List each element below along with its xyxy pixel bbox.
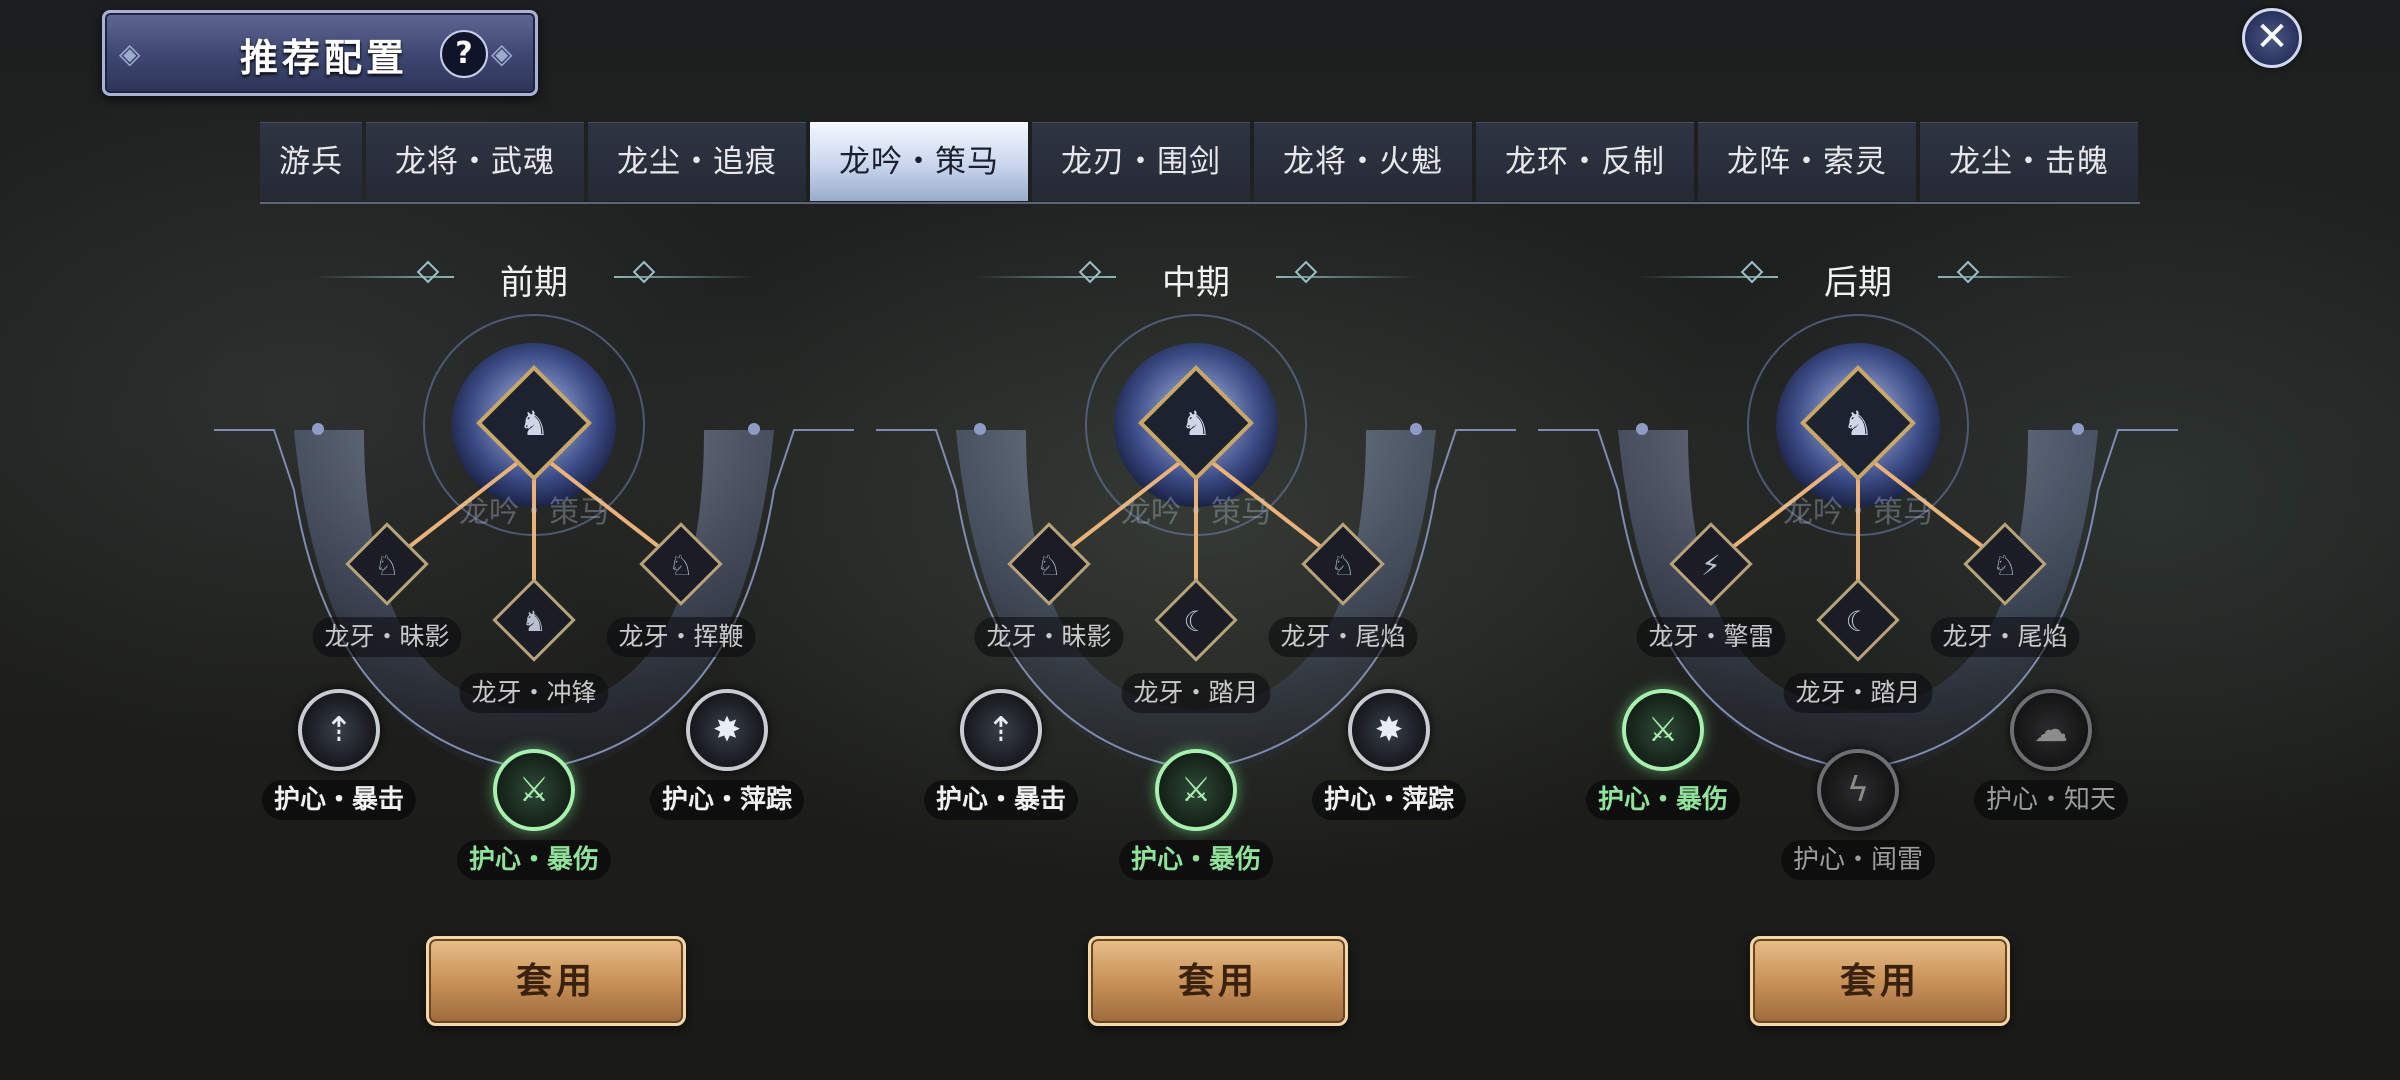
build-column-late: 后期 ♞ ⚡ ☾ ♘ 龙吟・策马 龙牙・擎雷 龙牙・尾焰 龙牙・踏月 ⚔ ϟ ☁… [1508, 230, 2208, 1030]
frame-node [1636, 423, 1648, 435]
core-skill-label: 龙吟・策马 [1121, 495, 1271, 530]
tab-longjiang-wuhun[interactable]: 龙将・武魂 [366, 122, 584, 201]
cloud-icon[interactable]: ☁ [2010, 689, 2092, 771]
crit-damage-icon[interactable]: ⚔ [1622, 689, 1704, 771]
tab-longyin-cema[interactable]: 龙吟・策马 [810, 122, 1028, 201]
skill-tree-graphic: ♞ ⚡ ☾ ♘ [1538, 314, 2178, 780]
tab-longzhen-suoling[interactable]: 龙阵・索灵 [1698, 122, 1916, 201]
ornament-icon: ◈ [119, 37, 141, 70]
build-column-early: 前期 ♞ ♘ ♞ ♘ 龙吟・策马 龙牙・昧影 龙牙・挥鞭 龙牙・冲锋 ⇡ ⚔ ✸… [184, 230, 884, 1030]
build-tabs: 游兵 龙将・武魂 龙尘・追痕 龙吟・策马 龙刃・围剑 龙将・火魁 龙环・反制 龙… [260, 122, 2138, 202]
apply-button[interactable]: 套用 [1750, 936, 2010, 1026]
fang-label-left: 龙牙・昧影 [974, 617, 1124, 657]
heart-label-selected: 护心・暴伤 [1118, 840, 1274, 880]
skill-tree-graphic: ♞ ♘ ☾ ♘ [876, 314, 1516, 780]
crit-damage-icon[interactable]: ⚔ [493, 749, 575, 831]
heart-label: 护心・萍踪 [649, 780, 805, 820]
frame-node [1410, 423, 1422, 435]
frame-node [312, 423, 324, 435]
tab-longchen-zhuihen[interactable]: 龙尘・追痕 [588, 122, 806, 201]
heart-label: 护心・萍踪 [1311, 780, 1467, 820]
svg-text:♞: ♞ [519, 404, 549, 444]
fang-label-right: 龙牙・尾焰 [1930, 617, 2080, 657]
fang-label-center: 龙牙・踏月 [1121, 673, 1271, 713]
tab-longchen-jipo[interactable]: 龙尘・击魄 [1920, 122, 2138, 201]
frame-node [974, 423, 986, 435]
fang-node-center[interactable]: ☾ [1154, 578, 1238, 662]
fang-node-center[interactable]: ♞ [492, 578, 576, 662]
svg-text:♘: ♘ [668, 549, 693, 582]
svg-text:♘: ♘ [374, 549, 399, 582]
fang-label-right: 龙牙・尾焰 [1268, 617, 1418, 657]
crit-icon[interactable]: ⇡ [298, 689, 380, 771]
tab-longjiang-huokui[interactable]: 龙将・火魁 [1254, 122, 1472, 201]
core-skill-label: 龙吟・策马 [1783, 495, 1933, 530]
svg-text:♘: ♘ [1036, 549, 1061, 582]
apply-button[interactable]: 套用 [426, 936, 686, 1026]
frame-node [748, 423, 760, 435]
crit-damage-icon[interactable]: ⚔ [1155, 749, 1237, 831]
svg-text:♘: ♘ [1992, 549, 2017, 582]
svg-text:⚡: ⚡ [1701, 549, 1721, 582]
tab-longhuan-fanzhi[interactable]: 龙环・反制 [1476, 122, 1694, 201]
core-skill-label: 龙吟・策马 [459, 495, 609, 530]
svg-text:♘: ♘ [1330, 549, 1355, 582]
thunder-icon[interactable]: ϟ [1817, 749, 1899, 831]
frame-node [2072, 423, 2084, 435]
help-button[interactable]: ? [440, 30, 488, 78]
heart-label-selected: 护心・暴伤 [456, 840, 612, 880]
heart-label-selected: 护心・暴伤 [1585, 780, 1741, 820]
tab-youbing[interactable]: 游兵 [260, 122, 362, 201]
fang-node-center[interactable]: ☾ [1816, 578, 1900, 662]
fang-label-center: 龙牙・踏月 [1783, 673, 1933, 713]
dodge-icon[interactable]: ✸ [1348, 689, 1430, 771]
heart-label: 护心・暴击 [923, 780, 1079, 820]
fang-label-right: 龙牙・挥鞭 [606, 617, 756, 657]
svg-text:♞: ♞ [521, 605, 546, 638]
heart-label: 护心・知天 [1973, 780, 2129, 820]
svg-text:♞: ♞ [1843, 404, 1873, 444]
heart-label: 护心・闻雷 [1780, 840, 1936, 880]
ornament-icon: ◈ [491, 37, 513, 70]
tab-longren-weijian[interactable]: 龙刃・围剑 [1032, 122, 1250, 201]
dodge-icon[interactable]: ✸ [686, 689, 768, 771]
tab-underline [260, 202, 2140, 204]
crit-icon[interactable]: ⇡ [960, 689, 1042, 771]
apply-button[interactable]: 套用 [1088, 936, 1348, 1026]
close-button[interactable]: ✕ [2242, 8, 2302, 68]
fang-label-left: 龙牙・擎雷 [1636, 617, 1786, 657]
svg-text:☾: ☾ [1183, 605, 1208, 638]
skill-tree-graphic: ♞ ♘ ♞ ♘ [214, 314, 854, 780]
svg-text:☾: ☾ [1845, 605, 1870, 638]
build-column-mid: 中期 ♞ ♘ ☾ ♘ 龙吟・策马 龙牙・昧影 龙牙・尾焰 龙牙・踏月 ⇡ ⚔ ✸… [846, 230, 1546, 1030]
fang-label-center: 龙牙・冲锋 [459, 673, 609, 713]
fang-label-left: 龙牙・昧影 [312, 617, 462, 657]
title-plate: ◈ ◈ 推荐配置 ? [102, 10, 538, 96]
page-title: 推荐配置 [240, 35, 409, 80]
svg-text:♞: ♞ [1181, 404, 1211, 444]
heart-label: 护心・暴击 [261, 780, 417, 820]
